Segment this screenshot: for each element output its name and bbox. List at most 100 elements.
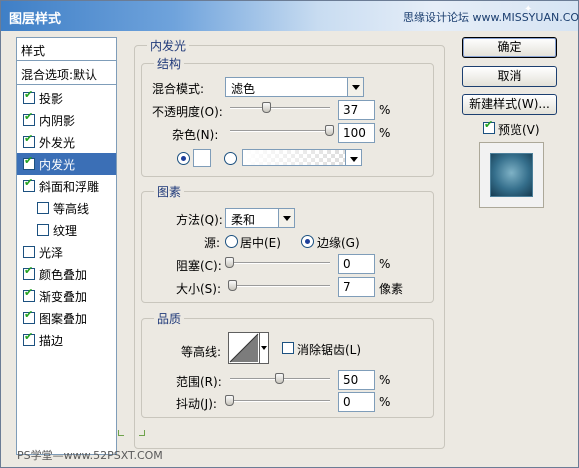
size-slider-thumb[interactable]	[228, 280, 237, 291]
style-item-contour[interactable]: 等高线	[17, 197, 116, 219]
jitter-label: 抖动(J):	[176, 397, 217, 411]
opacity-label: 不透明度(O):	[152, 105, 223, 119]
title-bar[interactable]: 图层样式 思缘设计论坛 www.MISSYUAN.COM ✦	[1, 1, 579, 31]
choke-slider-thumb[interactable]	[225, 257, 234, 268]
preview-image	[490, 153, 533, 197]
checkbox[interactable]	[37, 202, 49, 214]
check-icon: ✔	[24, 286, 34, 299]
jitter-slider-track[interactable]	[230, 400, 330, 402]
style-item-label: 等高线	[53, 202, 90, 216]
opacity-input[interactable]: 37	[338, 100, 375, 120]
style-item-satin[interactable]: 光泽	[17, 241, 116, 263]
window-title: 图层样式	[9, 12, 62, 27]
ok-button[interactable]: 确定	[462, 37, 557, 58]
size-input[interactable]: 7	[338, 277, 375, 297]
watermark-bottom: PS学堂—www.52PSXT.COM	[17, 449, 163, 462]
cancel-button[interactable]: 取消	[462, 66, 557, 87]
range-input[interactable]: 50	[338, 370, 375, 390]
checkbox[interactable]: ✔	[23, 132, 35, 148]
choke-label: 阻塞(C):	[176, 259, 222, 273]
style-item-inner-shadow[interactable]: ✔ 内阴影	[17, 109, 116, 131]
preview-thumbnail	[479, 142, 544, 208]
check-icon: ✔	[24, 308, 34, 321]
range-slider-thumb[interactable]	[275, 373, 284, 384]
checkbox[interactable]: ✔	[23, 155, 35, 170]
style-item-label: 描边	[39, 334, 64, 348]
contour-curve-icon	[229, 333, 259, 363]
contour-dropdown-button[interactable]	[259, 333, 268, 363]
size-label: 大小(S):	[176, 282, 222, 296]
size-slider-track[interactable]	[230, 285, 330, 287]
noise-slider-track[interactable]	[230, 130, 330, 132]
style-item-inner-glow[interactable]: ✔ 内发光	[17, 153, 116, 175]
style-item-pattern-overlay[interactable]: ✔ 图案叠加	[17, 307, 116, 329]
blend-mode-value: 滤色	[231, 82, 256, 96]
opacity-slider-thumb[interactable]	[262, 102, 271, 113]
checkbox[interactable]: ✔	[23, 308, 35, 324]
anti-alias-label[interactable]: 消除锯齿(L)	[297, 341, 361, 358]
style-item-color-overlay[interactable]: ✔ 颜色叠加	[17, 263, 116, 285]
noise-slider-thumb[interactable]	[325, 125, 334, 136]
gradient-mode-radio[interactable]	[224, 152, 237, 165]
choke-unit: %	[379, 257, 391, 271]
color-mode-radio[interactable]	[177, 152, 190, 165]
method-select[interactable]: 柔和	[225, 208, 295, 228]
style-item-label: 斜面和浮雕	[39, 180, 100, 194]
checkbox[interactable]: ✔	[23, 88, 35, 104]
choke-slider-track[interactable]	[230, 262, 330, 264]
check-icon: ✔	[24, 88, 34, 101]
style-item-label: 纹理	[53, 224, 78, 238]
layer-style-dialog: 图层样式 思缘设计论坛 www.MISSYUAN.COM ✦ 样式 混合选项:默…	[0, 0, 579, 468]
checkbox[interactable]: ✔	[23, 331, 35, 346]
blend-mode-select[interactable]: 滤色	[225, 77, 364, 97]
style-item-gradient-overlay[interactable]: ✔ 渐变叠加	[17, 285, 116, 307]
opacity-unit: %	[379, 103, 391, 117]
preview-label[interactable]: 预览(V)	[498, 121, 540, 138]
source-edge-radio[interactable]	[301, 235, 314, 248]
anti-alias-checkbox[interactable]	[282, 342, 294, 354]
check-icon: ✔	[484, 118, 494, 131]
style-item-label: 投影	[39, 92, 64, 106]
check-icon: ✔	[24, 132, 34, 145]
structure-title: 结构	[154, 55, 185, 72]
blend-mode-label: 混合模式:	[152, 82, 205, 96]
jitter-slider-thumb[interactable]	[225, 395, 234, 406]
noise-input[interactable]: 100	[338, 123, 375, 143]
new-style-button[interactable]: 新建样式(W)...	[462, 94, 557, 115]
glow-color-swatch[interactable]	[193, 149, 211, 167]
checkbox[interactable]: ✔	[23, 176, 35, 192]
checkbox[interactable]: ✔	[23, 265, 35, 280]
method-value: 柔和	[231, 213, 256, 227]
source-edge-label[interactable]: 边缘(G)	[317, 234, 360, 251]
resize-corner-icon	[118, 430, 124, 436]
style-item-texture[interactable]: 纹理	[17, 219, 116, 241]
panel-title: 内发光	[147, 37, 190, 54]
style-item-label: 外发光	[39, 136, 76, 150]
style-item-drop-shadow[interactable]: ✔ 投影	[17, 87, 116, 109]
contour-picker[interactable]	[228, 332, 269, 364]
blend-options-item[interactable]: 混合选项:默认	[17, 62, 116, 85]
style-item-label: 光泽	[39, 246, 64, 260]
source-center-label[interactable]: 居中(E)	[240, 234, 281, 251]
source-center-radio[interactable]	[225, 235, 238, 248]
style-item-stroke[interactable]: ✔ 描边	[17, 329, 116, 351]
noise-label: 杂色(N):	[172, 128, 219, 142]
style-list-header[interactable]: 样式	[17, 38, 116, 61]
style-item-outer-glow[interactable]: ✔ 外发光	[17, 131, 116, 153]
elements-title: 图素	[154, 183, 185, 200]
checkbox[interactable]: ✔	[23, 111, 35, 126]
checkbox[interactable]	[37, 224, 49, 236]
checkbox[interactable]: ✔	[23, 286, 35, 302]
checkbox[interactable]	[23, 246, 35, 258]
style-item-bevel-emboss[interactable]: ✔ 斜面和浮雕	[17, 175, 116, 197]
jitter-input[interactable]: 0	[338, 392, 375, 412]
opacity-slider-track[interactable]	[230, 107, 330, 109]
style-item-label: 内阴影	[39, 114, 76, 128]
preview-checkbox[interactable]: ✔	[483, 118, 495, 134]
style-list: 样式 混合选项:默认 ✔ 投影 ✔ 内阴影 ✔ 外发光 ✔ 内发光 ✔ 斜面和浮…	[16, 37, 117, 455]
choke-input[interactable]: 0	[338, 254, 375, 274]
sparkle-icon: ✦	[524, 4, 533, 15]
gradient-picker[interactable]	[242, 149, 362, 166]
style-item-label: 内发光	[39, 158, 76, 172]
check-icon: ✔	[24, 176, 34, 189]
